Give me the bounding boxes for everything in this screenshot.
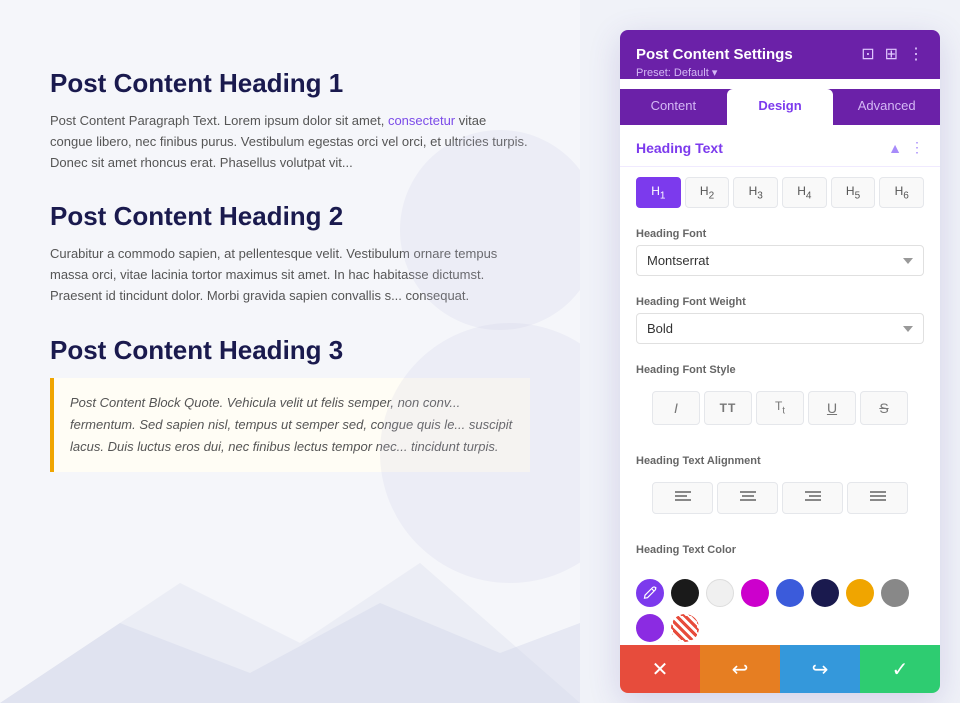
content-area: Post Content Heading 1 Post Content Para… [0, 0, 580, 703]
heading-font-weight-select[interactable]: Bold [636, 313, 924, 344]
panel-title-row: Post Content Settings ⊡ ⊞ ⋮ [636, 44, 924, 64]
redo-button[interactable]: ↪ [780, 645, 860, 693]
section-header: Heading Text ▲ ⋮ [620, 125, 940, 167]
underline-btn[interactable]: U [808, 391, 856, 424]
heading-level-h1[interactable]: H1 [636, 177, 681, 208]
tab-content[interactable]: Content [620, 89, 727, 125]
paragraph-1a: Post Content Paragraph Text. Lorem ipsum… [50, 113, 388, 128]
color-swatch-purple[interactable] [636, 614, 664, 642]
panel-preset[interactable]: Preset: Default ▾ [636, 66, 924, 79]
heading-font-weight-group: Heading Font Weight Bold [620, 286, 940, 354]
italic-btn[interactable]: I [652, 391, 700, 424]
align-center-btn[interactable] [717, 482, 778, 514]
style-buttons: I TT Tt U S [636, 381, 924, 434]
more-options-icon[interactable]: ⋮ [908, 44, 924, 64]
heading-text-color-label: Heading Text Color [636, 544, 924, 556]
color-swatch-white[interactable] [706, 579, 734, 607]
lowercase-btn[interactable]: Tt [756, 391, 804, 424]
heading-levels: H1 H2 H3 H4 H5 H6 [620, 167, 940, 218]
color-swatch-magenta[interactable] [741, 579, 769, 607]
panel-tabs: Content Design Advanced [620, 89, 940, 125]
align-buttons [636, 472, 924, 524]
cancel-button[interactable]: ✕ [620, 645, 700, 693]
heading-level-h3[interactable]: H3 [733, 177, 778, 208]
heading-font-style-group: Heading Font Style I TT Tt U S [620, 354, 940, 444]
color-swatch-striped[interactable] [671, 614, 699, 642]
reset-button[interactable]: ↩ [700, 645, 780, 693]
align-left-btn[interactable] [652, 482, 713, 514]
section-title: Heading Text [636, 140, 723, 156]
panel-header: Post Content Settings ⊡ ⊞ ⋮ Preset: Defa… [620, 30, 940, 79]
fullscreen-icon[interactable]: ⊡ [861, 44, 874, 64]
collapse-icon[interactable]: ▲ [888, 140, 902, 156]
section-header-actions: ▲ ⋮ [888, 139, 924, 156]
heading-font-select[interactable]: Montserrat [636, 245, 924, 276]
heading-text-alignment-label: Heading Text Alignment [636, 455, 924, 467]
mountain-decoration [0, 543, 580, 703]
tab-design[interactable]: Design [727, 89, 834, 125]
save-button[interactable]: ✓ [860, 645, 940, 693]
color-swatch-gray[interactable] [881, 579, 909, 607]
eyedropper-swatch[interactable] [636, 579, 664, 607]
align-justify-btn[interactable] [847, 482, 908, 514]
heading-text-alignment-group: Heading Text Alignment [620, 445, 940, 534]
section-more-icon[interactable]: ⋮ [910, 139, 924, 156]
heading-font-group: Heading Font Montserrat [620, 218, 940, 286]
layout-icon[interactable]: ⊞ [885, 44, 898, 64]
color-swatch-navy[interactable] [811, 579, 839, 607]
color-swatch-black[interactable] [671, 579, 699, 607]
panel-footer: ✕ ↩ ↪ ✓ [620, 645, 940, 693]
settings-panel: Post Content Settings ⊡ ⊞ ⋮ Preset: Defa… [620, 30, 940, 693]
color-swatches [620, 571, 940, 645]
strikethrough-btn[interactable]: S [860, 391, 908, 424]
heading-level-h4[interactable]: H4 [782, 177, 827, 208]
tab-advanced[interactable]: Advanced [833, 89, 940, 125]
heading-font-weight-label: Heading Font Weight [636, 296, 924, 308]
color-swatch-blue[interactable] [776, 579, 804, 607]
panel-body: Heading Text ▲ ⋮ H1 H2 H3 H4 H5 H6 Headi… [620, 125, 940, 645]
panel-title: Post Content Settings [636, 46, 793, 63]
color-swatch-orange[interactable] [846, 579, 874, 607]
heading-font-label: Heading Font [636, 228, 924, 240]
heading-text-color-group: Heading Text Color [620, 534, 940, 571]
heading-level-h2[interactable]: H2 [685, 177, 730, 208]
content-heading-1: Post Content Heading 1 [50, 68, 530, 99]
align-right-btn[interactable] [782, 482, 843, 514]
uppercase-btn[interactable]: TT [704, 391, 752, 424]
heading-level-h6[interactable]: H6 [879, 177, 924, 208]
content-link[interactable]: consectetur [388, 113, 455, 128]
heading-font-style-label: Heading Font Style [636, 364, 924, 376]
heading-level-h5[interactable]: H5 [831, 177, 876, 208]
panel-header-icons: ⊡ ⊞ ⋮ [861, 44, 924, 64]
